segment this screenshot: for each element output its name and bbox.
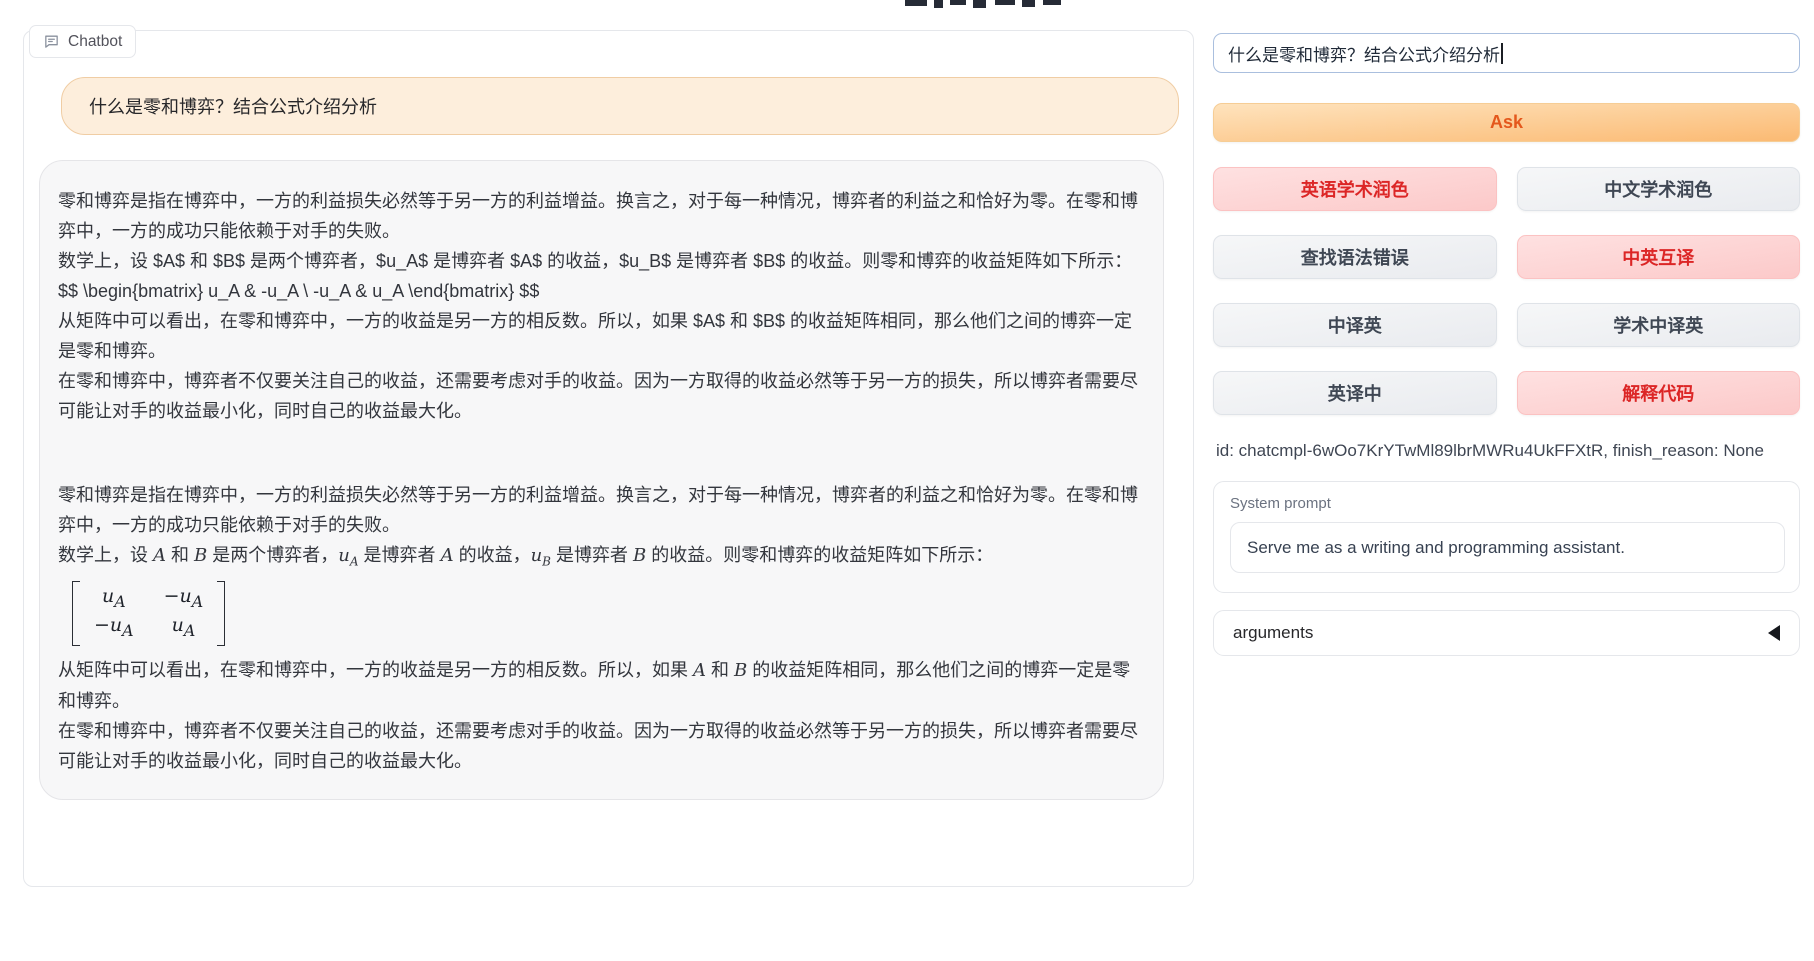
bot-rendered-paragraph-1: 零和博弈是指在博弈中，一方的利益损失必然等于另一方的利益增益。换言之，对于每一种…	[58, 480, 1143, 540]
accordion-collapsed-icon	[1768, 625, 1780, 641]
matrix-cell-22: uA	[172, 613, 196, 643]
text-caret	[1501, 43, 1503, 64]
btn-zh-to-en[interactable]: 中译英	[1213, 303, 1497, 347]
user-message-text: 什么是零和博弈？结合公式介绍分析	[89, 93, 377, 119]
completion-status-text: id: chatcmpl-6wOo7KrYTwMl89lbrMWRu4UkFFX…	[1216, 441, 1800, 461]
arguments-accordion[interactable]: arguments	[1213, 610, 1800, 656]
btn-academic-zh-to-en[interactable]: 学术中译英	[1517, 303, 1801, 347]
matrix-cell-21: −uA	[94, 613, 134, 643]
chatbot-label: Chatbot	[29, 25, 136, 58]
bot-rendered-math-intro: 数学上，设 A 和 B 是两个博弈者，uA 是博弈者 A 的收益，uB 是博弈者…	[58, 540, 1143, 577]
system-prompt-label: System prompt	[1230, 495, 1783, 512]
chat-bubble-icon	[43, 33, 60, 50]
bot-rendered-paragraph-5: 在零和博弈中，博弈者不仅要关注自己的收益，还需要考虑对手的收益。因为一方取得的收…	[58, 716, 1143, 776]
bot-raw-paragraph-3: 从矩阵中可以看出，在零和博弈中，一方的收益是另一方的相反数。所以，如果 $A$ …	[58, 306, 1143, 366]
bot-raw-paragraph-2: 数学上，设 $A$ 和 $B$ 是两个博弈者，$u_A$ 是博弈者 $A$ 的收…	[58, 246, 1143, 276]
matrix-cell-12: −uA	[164, 584, 204, 614]
arguments-accordion-label: arguments	[1233, 623, 1313, 643]
payoff-matrix: uA −uA −uA uA	[72, 581, 225, 647]
quick-action-grid: 英语学术润色 中文学术润色 查找语法错误 中英互译 中译英 学术中译英 英译中 …	[1213, 167, 1800, 415]
control-column: 什么是零和博弈？结合公式介绍分析 Ask 英语学术润色 中文学术润色 查找语法错…	[1213, 0, 1800, 961]
btn-chinese-academic-polish[interactable]: 中文学术润色	[1517, 167, 1801, 211]
cropped-page-title	[903, 0, 1068, 9]
bot-message-bubble: 零和博弈是指在博弈中，一方的利益损失必然等于另一方的利益增益。换言之，对于每一种…	[39, 160, 1164, 800]
btn-explain-code[interactable]: 解释代码	[1517, 371, 1801, 415]
bot-raw-paragraph-4: 在零和博弈中，博弈者不仅要关注自己的收益，还需要考虑对手的收益。因为一方取得的收…	[58, 366, 1143, 426]
btn-find-grammar-errors[interactable]: 查找语法错误	[1213, 235, 1497, 279]
system-prompt-value: Serve me as a writing and programming as…	[1247, 538, 1625, 558]
chatbot-panel[interactable]: Chatbot 什么是零和博弈？结合公式介绍分析 零和博弈是指在博弈中，一方的利…	[23, 30, 1194, 887]
btn-zh-en-mutual-translate[interactable]: 中英互译	[1517, 235, 1801, 279]
question-input-value: 什么是零和博弈？结合公式介绍分析	[1228, 41, 1500, 66]
chatbot-label-text: Chatbot	[68, 33, 122, 51]
bot-raw-paragraph-1: 零和博弈是指在博弈中，一方的利益损失必然等于另一方的利益增益。换言之，对于每一种…	[58, 186, 1143, 246]
matrix-right-bracket	[217, 581, 225, 647]
user-message-bubble: 什么是零和博弈？结合公式介绍分析	[61, 77, 1179, 135]
system-prompt-input[interactable]: Serve me as a writing and programming as…	[1230, 522, 1785, 573]
btn-en-to-zh[interactable]: 英译中	[1213, 371, 1497, 415]
ask-button[interactable]: Ask	[1213, 103, 1800, 142]
question-input[interactable]: 什么是零和博弈？结合公式介绍分析	[1213, 33, 1800, 73]
paragraph-gap	[58, 426, 1143, 480]
app-root: Chatbot 什么是零和博弈？结合公式介绍分析 零和博弈是指在博弈中，一方的利…	[0, 0, 1814, 961]
bot-rendered-conclusion: 从矩阵中可以看出，在零和博弈中，一方的收益是另一方的相反数。所以，如果 A 和 …	[58, 655, 1143, 716]
matrix-left-bracket	[72, 581, 80, 647]
matrix-cell-11: uA	[102, 584, 126, 614]
bot-raw-formula: $$ \begin{bmatrix} u_A & -u_A \ -u_A & u…	[58, 276, 1143, 306]
btn-english-academic-polish[interactable]: 英语学术润色	[1213, 167, 1497, 211]
system-prompt-group: System prompt Serve me as a writing and …	[1213, 481, 1800, 593]
